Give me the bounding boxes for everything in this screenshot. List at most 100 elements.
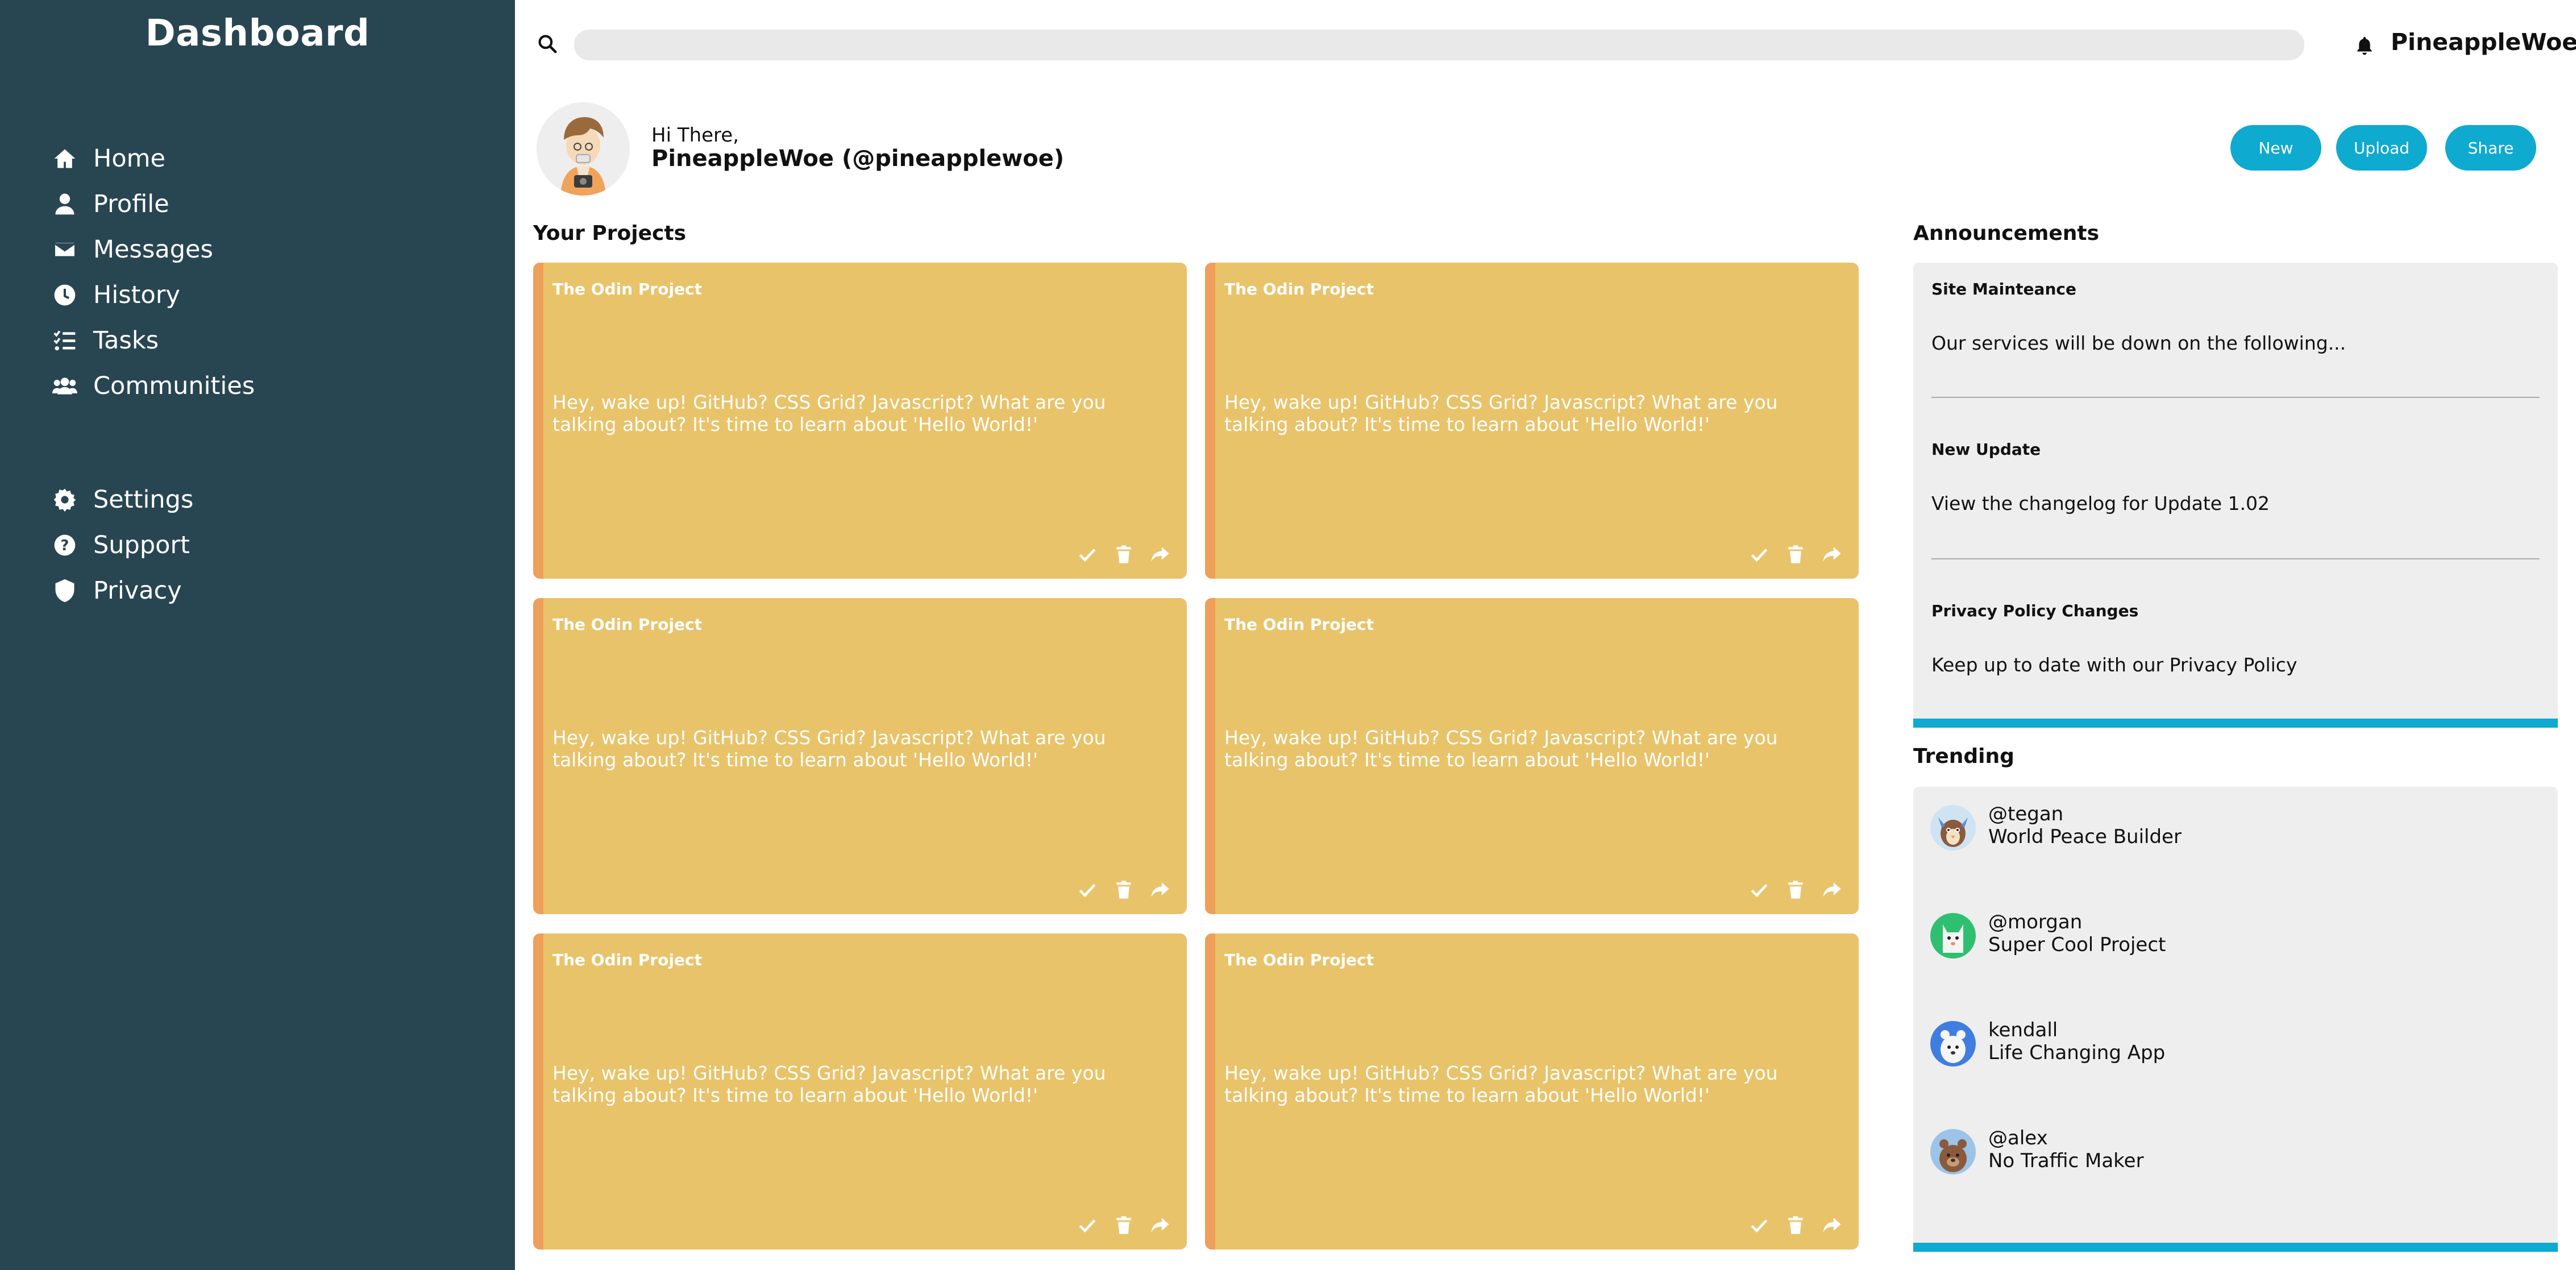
- project-card[interactable]: The Odin Project Hey, wake up! GitHub? C…: [1205, 263, 1859, 579]
- project-actions: [1750, 545, 1842, 564]
- divider: [1931, 558, 2540, 559]
- avatar[interactable]: [1930, 913, 1976, 958]
- new-button[interactable]: New: [2230, 125, 2321, 171]
- project-actions: [1078, 880, 1170, 899]
- announcement-body[interactable]: Keep up to date with our Privacy Policy: [1931, 654, 2297, 676]
- project-title: The Odin Project: [1224, 615, 1374, 634]
- trash-icon[interactable]: [1786, 880, 1805, 899]
- project-card[interactable]: The Odin Project Hey, wake up! GitHub? C…: [1205, 933, 1859, 1250]
- project-title: The Odin Project: [552, 280, 703, 298]
- greeting-hi: Hi There,: [651, 124, 739, 147]
- share-icon[interactable]: [1822, 545, 1842, 564]
- search-icon[interactable]: [537, 33, 558, 55]
- project-title: The Odin Project: [552, 951, 703, 969]
- share-icon[interactable]: [1150, 545, 1170, 564]
- avatar[interactable]: [1930, 1129, 1976, 1174]
- users-icon: [50, 371, 80, 401]
- trending-handle[interactable]: @tegan: [1988, 803, 2063, 825]
- sidebar-item-label: Privacy: [93, 576, 182, 605]
- sidebar-item-support[interactable]: ? Support: [50, 525, 190, 565]
- sidebar-item-profile[interactable]: Profile: [50, 184, 169, 224]
- sidebar-item-messages[interactable]: Messages: [50, 230, 213, 269]
- trash-icon[interactable]: [1786, 1215, 1805, 1235]
- trending-project[interactable]: No Traffic Maker: [1988, 1149, 2144, 1172]
- avatar[interactable]: [537, 102, 630, 196]
- announcement-title: Privacy Policy Changes: [1931, 601, 2139, 620]
- upload-button[interactable]: Upload: [2336, 125, 2427, 171]
- project-description: Hey, wake up! GitHub? CSS Grid? Javascri…: [552, 391, 1106, 435]
- bell-icon[interactable]: [2354, 34, 2375, 57]
- projects-title: Your Projects: [533, 222, 687, 245]
- share-button[interactable]: Share: [2445, 125, 2536, 171]
- greeting-name: PineappleWoe (@pineapplewoe): [651, 146, 1065, 172]
- check-icon[interactable]: [1750, 880, 1769, 899]
- project-card[interactable]: The Odin Project Hey, wake up! GitHub? C…: [533, 933, 1187, 1250]
- project-title: The Odin Project: [1224, 280, 1374, 298]
- sidebar-item-label: Home: [93, 144, 165, 173]
- project-title: The Odin Project: [1224, 951, 1374, 969]
- clock-icon: [50, 280, 80, 310]
- share-icon[interactable]: [1822, 1215, 1842, 1235]
- trash-icon[interactable]: [1114, 1215, 1133, 1235]
- project-actions: [1078, 1215, 1170, 1235]
- announcements-panel: Site Mainteance Our services will be dow…: [1913, 263, 2558, 728]
- sidebar-item-privacy[interactable]: Privacy: [50, 571, 182, 611]
- project-card[interactable]: The Odin Project Hey, wake up! GitHub? C…: [533, 263, 1187, 579]
- project-description: Hey, wake up! GitHub? CSS Grid? Javascri…: [1224, 1062, 1778, 1106]
- sidebar: Dashboard Home Profile Messages History …: [0, 0, 515, 1270]
- announcement-body[interactable]: Our services will be down on the followi…: [1931, 332, 2346, 354]
- search-input[interactable]: [574, 30, 2304, 60]
- sidebar-item-label: Communities: [93, 372, 255, 400]
- project-card[interactable]: The Odin Project Hey, wake up! GitHub? C…: [533, 598, 1187, 914]
- announcement-body[interactable]: View the changelog for Update 1.02: [1931, 492, 2270, 514]
- check-icon[interactable]: [1750, 545, 1769, 564]
- trash-icon[interactable]: [1786, 545, 1805, 564]
- avatar[interactable]: [1930, 805, 1976, 850]
- trending-project[interactable]: Life Changing App: [1988, 1041, 2165, 1064]
- project-actions: [1750, 1215, 1842, 1235]
- trending-handle[interactable]: @morgan: [1988, 911, 2082, 933]
- project-description: Hey, wake up! GitHub? CSS Grid? Javascri…: [1224, 391, 1778, 435]
- trending-panel: @tegan World Peace Builder @morgan Super…: [1913, 787, 2558, 1252]
- share-icon[interactable]: [1822, 880, 1842, 899]
- project-description: Hey, wake up! GitHub? CSS Grid? Javascri…: [1224, 727, 1778, 771]
- trending-handle[interactable]: kendall: [1988, 1019, 2058, 1041]
- avatar[interactable]: [1930, 1021, 1976, 1066]
- trash-icon[interactable]: [1114, 545, 1133, 564]
- sidebar-item-history[interactable]: History: [50, 275, 180, 315]
- gear-icon: [50, 485, 80, 514]
- sidebar-item-label: Support: [93, 531, 190, 559]
- trending-title: Trending: [1913, 745, 2014, 768]
- check-icon[interactable]: [1078, 545, 1097, 564]
- question-icon: ?: [50, 530, 80, 560]
- sidebar-item-settings[interactable]: Settings: [50, 480, 193, 520]
- svg-text:?: ?: [61, 537, 69, 554]
- check-icon[interactable]: [1078, 880, 1097, 899]
- trending-handle[interactable]: @alex: [1988, 1127, 2048, 1149]
- envelope-icon: [50, 235, 80, 264]
- share-icon[interactable]: [1150, 1215, 1170, 1235]
- sidebar-item-communities[interactable]: Communities: [50, 366, 255, 406]
- trending-project[interactable]: World Peace Builder: [1988, 825, 2182, 848]
- check-icon[interactable]: [1078, 1215, 1097, 1235]
- divider: [1931, 397, 2540, 398]
- trending-project[interactable]: Super Cool Project: [1988, 933, 2166, 956]
- check-icon[interactable]: [1750, 1215, 1769, 1235]
- project-actions: [1750, 880, 1842, 899]
- share-icon[interactable]: [1150, 880, 1170, 899]
- header-username[interactable]: PineappleWoe: [2391, 28, 2576, 56]
- sidebar-item-home[interactable]: Home: [50, 139, 165, 179]
- sidebar-item-label: Settings: [93, 485, 194, 514]
- project-description: Hey, wake up! GitHub? CSS Grid? Javascri…: [552, 1062, 1106, 1106]
- home-icon: [50, 144, 80, 173]
- user-icon: [50, 189, 80, 219]
- sidebar-item-label: History: [93, 281, 180, 309]
- shield-icon: [50, 576, 80, 605]
- sidebar-item-tasks[interactable]: Tasks: [50, 321, 159, 360]
- tasks-icon: [50, 326, 80, 355]
- project-description: Hey, wake up! GitHub? CSS Grid? Javascri…: [552, 727, 1106, 771]
- sidebar-title: Dashboard: [145, 13, 370, 55]
- sidebar-item-label: Tasks: [93, 326, 159, 355]
- project-card[interactable]: The Odin Project Hey, wake up! GitHub? C…: [1205, 598, 1859, 914]
- trash-icon[interactable]: [1114, 880, 1133, 899]
